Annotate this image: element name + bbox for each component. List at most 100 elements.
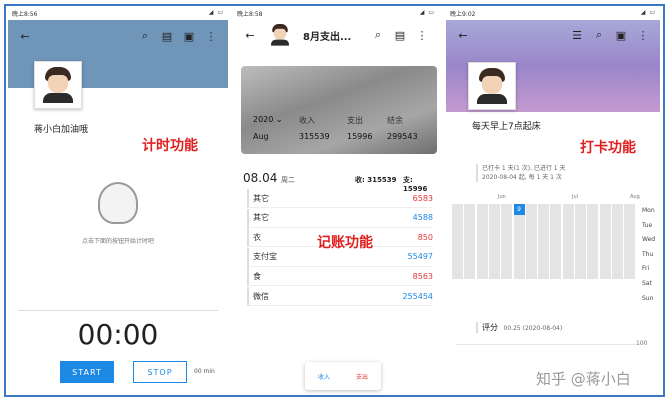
back-arrow-icon[interactable]: ← [239, 24, 261, 46]
heatmap-cell[interactable] [488, 257, 500, 269]
heatmap-cell[interactable] [550, 268, 562, 280]
heatmap-cell[interactable] [525, 214, 537, 226]
more-vert-icon[interactable]: ⋮ [200, 25, 222, 47]
heatmap-cell[interactable] [538, 246, 550, 258]
heatmap-cell[interactable] [513, 225, 525, 237]
heatmap-cell[interactable] [587, 204, 599, 215]
heatmap-cell[interactable] [624, 257, 636, 269]
heatmap-cell[interactable] [464, 204, 476, 215]
heatmap-cell[interactable] [550, 257, 562, 269]
heatmap-cell[interactable] [452, 214, 463, 226]
heatmap-cell[interactable] [611, 246, 623, 258]
ledger-row[interactable]: 其它 4588 [247, 208, 433, 228]
heatmap-cell[interactable] [501, 257, 513, 269]
heatmap-cell[interactable] [538, 268, 550, 280]
heatmap-cell[interactable] [599, 236, 611, 248]
heatmap-cell[interactable] [624, 214, 636, 226]
heatmap-cell[interactable] [452, 268, 463, 280]
heatmap-cell[interactable] [513, 214, 525, 226]
heatmap-cell[interactable] [562, 225, 574, 237]
heatmap-cell[interactable] [624, 204, 636, 215]
list-icon[interactable]: ☰ [566, 24, 588, 46]
heatmap-cell[interactable] [550, 225, 562, 237]
heatmap-cell[interactable] [550, 236, 562, 248]
heatmap-cell[interactable] [587, 225, 599, 237]
chart-icon[interactable]: ▤ [389, 24, 411, 46]
chart-icon[interactable]: ▤ [156, 25, 178, 47]
heatmap-cell[interactable] [538, 257, 550, 269]
heatmap-cell[interactable] [464, 236, 476, 248]
heatmap-cell[interactable] [587, 257, 599, 269]
heatmap-cell[interactable] [538, 225, 550, 237]
heatmap-cell[interactable] [624, 225, 636, 237]
heatmap-cell[interactable] [452, 246, 463, 258]
heatmap-cell[interactable] [550, 214, 562, 226]
heatmap-cell[interactable] [550, 246, 562, 258]
heatmap-cell[interactable] [464, 246, 476, 258]
heatmap-cell[interactable] [525, 257, 537, 269]
heatmap-cell[interactable] [599, 204, 611, 215]
search-icon[interactable]: ⌕ [367, 24, 389, 46]
back-arrow-icon[interactable]: ← [14, 25, 36, 47]
heatmap-cell[interactable] [562, 268, 574, 280]
heatmap-cell[interactable] [501, 246, 513, 258]
heatmap-cell[interactable] [525, 246, 537, 258]
heatmap-cell[interactable] [476, 214, 488, 226]
heatmap-cell[interactable] [501, 204, 513, 215]
heatmap-cell[interactable] [452, 236, 463, 248]
heatmap-cell[interactable] [599, 214, 611, 226]
heatmap-cell[interactable] [488, 204, 500, 215]
heatmap-cell[interactable] [513, 236, 525, 248]
heatmap-cell[interactable] [452, 204, 463, 215]
heatmap-cell[interactable] [452, 257, 463, 269]
search-icon[interactable]: ⌕ [588, 24, 610, 46]
heatmap-cell[interactable] [538, 204, 550, 215]
heatmap-cell[interactable] [476, 257, 488, 269]
heatmap-cell[interactable] [599, 268, 611, 280]
heatmap-cell[interactable] [587, 246, 599, 258]
heatmap-cell[interactable] [513, 257, 525, 269]
heatmap-cell[interactable] [488, 236, 500, 248]
back-arrow-icon[interactable]: ← [452, 24, 474, 46]
heatmap-cell[interactable] [587, 214, 599, 226]
stop-button[interactable]: STOP [133, 361, 187, 383]
heatmap-cell[interactable] [513, 246, 525, 258]
heatmap-cell[interactable] [587, 268, 599, 280]
ledger-row[interactable]: 其它 6583 [247, 189, 433, 208]
ledger-row[interactable]: 食 8563 [247, 267, 433, 287]
heatmap-cell[interactable] [501, 268, 513, 280]
heatmap-cell[interactable] [476, 246, 488, 258]
heatmap-cell[interactable] [513, 268, 525, 280]
ledger-row[interactable]: 微信 255454 [247, 287, 433, 306]
heatmap-cell[interactable] [525, 204, 537, 215]
heatmap-cell[interactable] [476, 236, 488, 248]
tab-expense[interactable]: 支出 [356, 372, 368, 381]
board-icon[interactable]: ▣ [610, 24, 632, 46]
board-icon[interactable]: ▣ [178, 25, 200, 47]
heatmap-cell[interactable] [538, 214, 550, 226]
heatmap-cell[interactable] [525, 236, 537, 248]
heatmap-cell[interactable] [488, 268, 500, 280]
heatmap-cell[interactable] [624, 236, 636, 248]
heatmap-cell[interactable] [501, 236, 513, 248]
tab-income[interactable]: 收入 [318, 372, 330, 381]
heatmap-cell[interactable] [464, 268, 476, 280]
year-selector[interactable]: 2020 ⌄ [253, 115, 283, 124]
heatmap-cell[interactable] [452, 225, 463, 237]
heatmap-cell[interactable] [562, 204, 574, 215]
heatmap-cell[interactable] [599, 225, 611, 237]
heatmap-cell[interactable] [575, 246, 586, 258]
heatmap-cell[interactable] [611, 236, 623, 248]
heatmap-cell[interactable] [464, 257, 476, 269]
heatmap-cell[interactable] [599, 246, 611, 258]
search-icon[interactable]: ⌕ [134, 25, 156, 47]
heatmap-cell[interactable] [525, 268, 537, 280]
heatmap-cell[interactable] [624, 268, 636, 280]
heatmap-cell[interactable] [476, 225, 488, 237]
heatmap-cell[interactable] [550, 204, 562, 215]
more-vert-icon[interactable]: ⋮ [632, 24, 654, 46]
heatmap-cell[interactable] [476, 268, 488, 280]
heatmap-cell[interactable] [624, 246, 636, 258]
heatmap-cell[interactable] [488, 225, 500, 237]
heatmap-cell[interactable] [575, 225, 586, 237]
